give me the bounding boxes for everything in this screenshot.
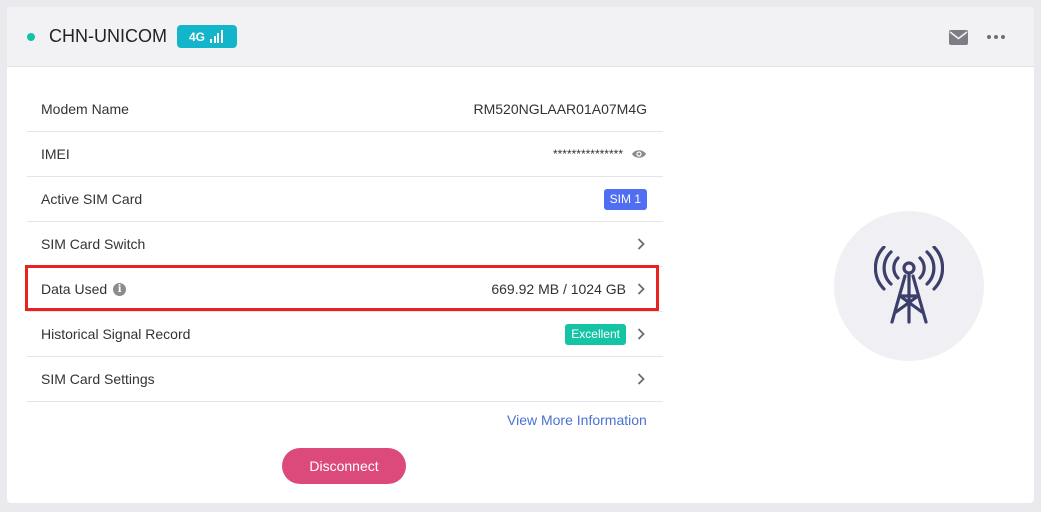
row-label: Active SIM Card [41,191,143,207]
sim-badge: SIM 1 [603,188,647,210]
data-used-label-group: Data Used i [41,281,127,297]
view-more-info-link[interactable]: View More Information [507,412,647,428]
row-label: Historical Signal Record [41,326,191,342]
eye-icon[interactable] [631,148,647,160]
tower-illustration [834,211,984,361]
card-header: CHN-UNICOM 4G [7,7,1034,67]
row-label: Data Used [41,281,108,297]
imei-value-group: *************** [553,147,647,161]
data-used-value: 669.92 MB / 1024 GB [491,281,626,297]
sim-settings-value-group [626,373,647,385]
active-sim-value: SIM 1 [603,188,647,210]
network-badge: 4G [177,25,237,48]
signal-tower-icon [874,246,944,324]
row-data-used[interactable]: Data Used i 669.92 MB / 1024 GB [25,265,663,312]
row-label: Modem Name [41,101,129,117]
row-label: IMEI [41,146,70,162]
chevron-right-icon[interactable] [635,238,647,250]
row-sim-switch[interactable]: SIM Card Switch [27,222,663,267]
signal-quality-badge: Excellent [565,323,626,345]
row-active-sim: Active SIM Card SIM 1 [27,177,663,222]
disconnect-button[interactable]: Disconnect [282,448,406,484]
row-label: SIM Card Switch [41,236,146,252]
chevron-right-icon[interactable] [635,373,647,385]
signal-record-value-group: Excellent [565,323,647,345]
chevron-right-icon[interactable] [635,283,647,295]
row-signal-record[interactable]: Historical Signal Record Excellent [27,312,663,357]
modem-info-list: Modem Name RM520NGLAAR01A07M4G IMEI ****… [25,87,663,402]
carrier-name: CHN-UNICOM [49,26,167,46]
data-used-value-group: 669.92 MB / 1024 GB [491,281,647,297]
modem-card: CHN-UNICOM 4G Modem Name RM520NGLAAR01A0… [7,7,1034,503]
row-imei: IMEI *************** [27,132,663,177]
status-dot [27,33,35,41]
chevron-right-icon[interactable] [635,328,647,340]
modem-name-value: RM520NGLAAR01A07M4G [473,101,647,117]
row-modem-name: Modem Name RM520NGLAAR01A07M4G [27,87,663,132]
row-sim-settings[interactable]: SIM Card Settings [27,357,663,402]
row-label: SIM Card Settings [41,371,155,387]
signal-bars-icon [210,30,224,43]
network-type: 4G [189,29,206,44]
mail-icon[interactable] [947,27,969,47]
info-icon[interactable]: i [113,282,127,296]
sim-switch-value [626,238,647,250]
more-icon[interactable] [985,27,1007,47]
imei-value: *************** [552,147,623,161]
